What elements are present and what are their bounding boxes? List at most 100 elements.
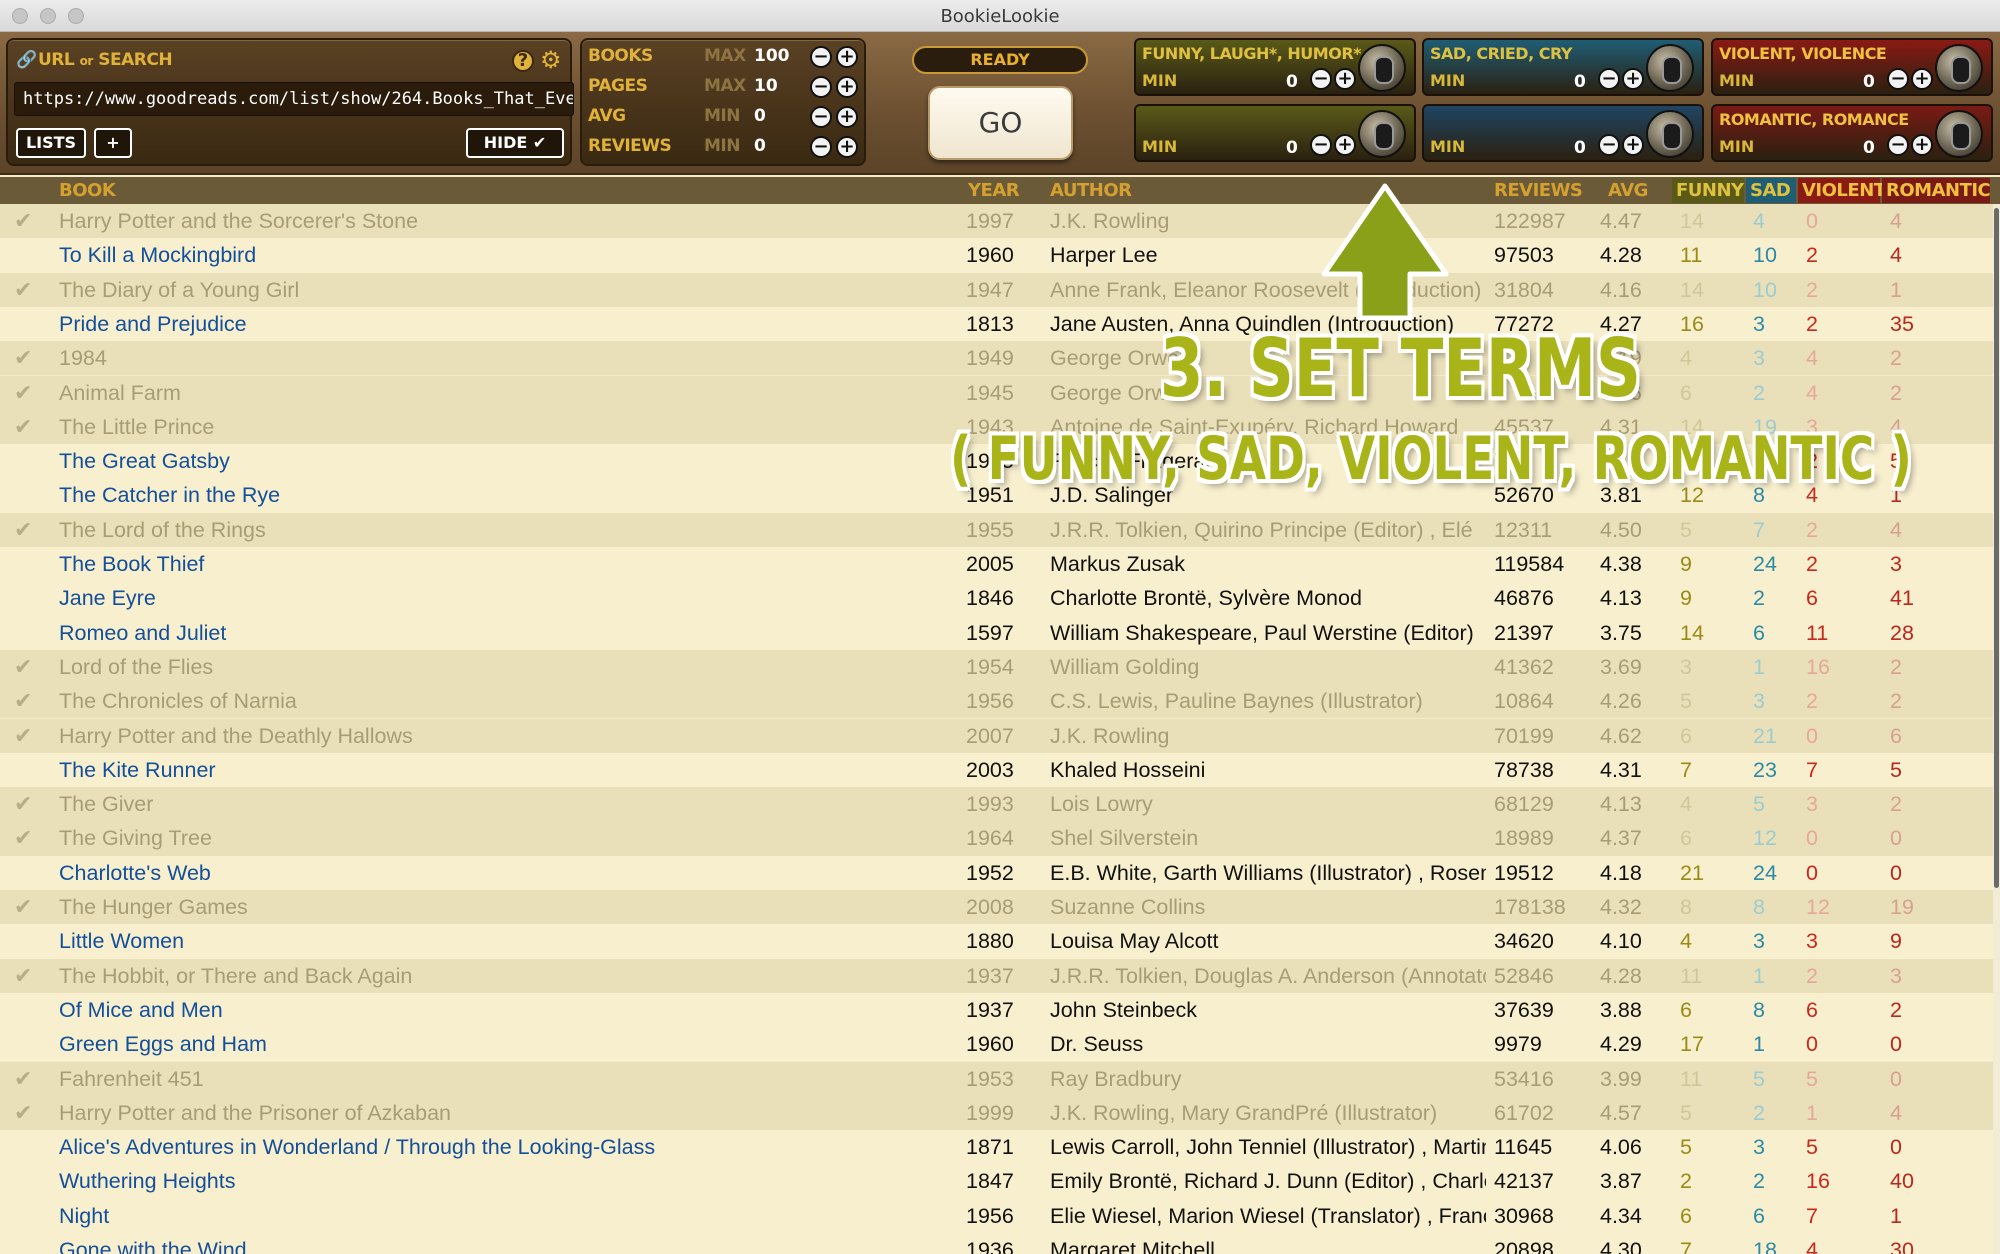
cell-book[interactable]: The Giver xyxy=(59,787,959,821)
cell-book[interactable]: Little Women xyxy=(59,924,959,958)
table-row[interactable]: ✔ Harry Potter and the Prisoner of Azkaba… xyxy=(0,1095,1993,1131)
add-list-button[interactable]: + xyxy=(94,128,132,158)
table-row[interactable]: Of Mice and Men 1937 John Steinbeck 37639 3.… xyxy=(0,992,1993,1028)
table-row[interactable]: ✔ The Chronicles of Narnia 1956 C.S. Lewis,… xyxy=(0,684,1993,719)
decrement-button[interactable]: − xyxy=(810,106,832,128)
toggle-knob-icon[interactable] xyxy=(1935,110,1983,158)
column-book[interactable]: BOOK xyxy=(59,178,116,203)
decrement-button[interactable]: − xyxy=(1598,134,1620,156)
cell-book[interactable]: The Catcher in the Rye xyxy=(59,478,959,512)
cell-book[interactable]: The Great Gatsby xyxy=(59,444,959,478)
table-row[interactable]: Jane Eyre 1846 Charlotte Brontë, Sylvère M… xyxy=(0,581,1993,616)
decrement-button[interactable]: − xyxy=(810,76,832,98)
table-row[interactable]: Little Women 1880 Louisa May Alcott 34620 4.… xyxy=(0,924,1993,959)
url-input[interactable]: https://www.goodreads.com/list/show/264.… xyxy=(14,82,574,116)
cell-book[interactable]: Fahrenheit 451 xyxy=(59,1062,959,1096)
table-row[interactable]: Pride and Prejudice 1813 Jane Austen, Anna… xyxy=(0,306,1993,342)
toggle-knob-icon[interactable] xyxy=(1358,44,1406,92)
cell-book[interactable]: The Diary of a Young Girl xyxy=(59,273,959,307)
go-button[interactable]: GO xyxy=(928,86,1073,160)
cell-book[interactable]: Green Eggs and Ham xyxy=(59,1027,959,1061)
increment-button[interactable]: + xyxy=(836,46,858,68)
increment-button[interactable]: + xyxy=(1334,134,1356,156)
table-row[interactable]: Gone with the Wind 1936 Margaret Mitchell 2… xyxy=(0,1233,1993,1254)
cell-book[interactable]: Gone with the Wind xyxy=(59,1233,959,1254)
increment-button[interactable]: + xyxy=(836,106,858,128)
toggle-knob-icon[interactable] xyxy=(1646,110,1694,158)
cell-book[interactable]: The Lord of the Rings xyxy=(59,513,959,547)
decrement-button[interactable]: − xyxy=(1887,134,1909,156)
decrement-button[interactable]: − xyxy=(1887,68,1909,90)
table-row[interactable]: Night 1956 Elie Wiesel, Marion Wiesel (Tra… xyxy=(0,1198,1993,1233)
gear-icon[interactable]: ⚙ xyxy=(540,46,562,74)
cell-book[interactable]: Jane Eyre xyxy=(59,581,959,615)
increment-button[interactable]: + xyxy=(1911,134,1933,156)
decrement-button[interactable]: − xyxy=(810,46,832,68)
table-row[interactable]: ✔ The Diary of a Young Girl 1947 Anne Frank… xyxy=(0,272,1993,307)
scrollbar-thumb[interactable] xyxy=(1994,208,1999,888)
table-row[interactable]: ✔ Animal Farm 1945 George Orwell 3.96 6 2 4 2 xyxy=(0,375,1993,410)
table-row[interactable]: ✔ The Lord of the Rings 1955 J.R.R. Tolkien… xyxy=(0,512,1993,547)
column-funny[interactable]: FUNNY xyxy=(1672,178,1744,203)
decrement-button[interactable]: − xyxy=(810,136,832,158)
toggle-knob-icon[interactable] xyxy=(1935,44,1983,92)
cell-book[interactable]: The Hobbit, or There and Back Again xyxy=(59,959,959,993)
table-row[interactable]: The Book Thief 2005 Markus Zusak 119584 4.38… xyxy=(0,547,1993,582)
table-row[interactable]: Romeo and Juliet 1597 William Shakespeare,… xyxy=(0,615,1993,650)
decrement-button[interactable]: − xyxy=(1310,134,1332,156)
cell-book[interactable]: Harry Potter and the Deathly Hallows xyxy=(59,719,959,753)
cell-book[interactable]: Charlotte's Web xyxy=(59,856,959,890)
table-row[interactable]: The Kite Runner 2003 Khaled Hosseini 78738 4… xyxy=(0,752,1993,788)
cell-book[interactable]: The Little Prince xyxy=(59,410,959,444)
toggle-knob-icon[interactable] xyxy=(1358,110,1406,158)
column-violent[interactable]: VIOLENT xyxy=(1798,178,1886,203)
cell-book[interactable]: Night xyxy=(59,1199,959,1233)
increment-button[interactable]: + xyxy=(1334,68,1356,90)
increment-button[interactable]: + xyxy=(836,136,858,158)
cell-book[interactable]: Harry Potter and the Prisoner of Azkaban xyxy=(59,1096,959,1130)
column-year[interactable]: YEAR xyxy=(968,178,1020,203)
table-row[interactable]: ✔ The Giver 1993 Lois Lowry 68129 4.13 4 5 3 2 xyxy=(0,787,1993,822)
increment-button[interactable]: + xyxy=(1622,134,1644,156)
cell-book[interactable]: To Kill a Mockingbird xyxy=(59,238,959,272)
cell-book[interactable]: 1984 xyxy=(59,341,959,375)
cell-book[interactable]: The Hunger Games xyxy=(59,890,959,924)
table-row[interactable]: ✔ The Giving Tree 1964 Shel Silverstein 1898… xyxy=(0,821,1993,856)
decrement-button[interactable]: − xyxy=(1310,68,1332,90)
table-row[interactable]: ✔ Lord of the Flies 1954 William Golding 413… xyxy=(0,649,1993,685)
increment-button[interactable]: + xyxy=(1911,68,1933,90)
hide-button[interactable]: HIDE ✔ xyxy=(466,128,564,158)
column-reviews[interactable]: REVIEWS xyxy=(1494,178,1583,203)
table-row[interactable]: ✔ Fahrenheit 451 1953 Ray Bradbury 53416 3.99… xyxy=(0,1061,1993,1096)
column-romantic[interactable]: ROMANTIC xyxy=(1882,178,1991,203)
cell-book[interactable]: The Kite Runner xyxy=(59,753,959,787)
cell-book[interactable]: The Book Thief xyxy=(59,547,959,581)
table-row[interactable]: Charlotte's Web 1952 E.B. White, Garth Wil… xyxy=(0,855,1993,890)
help-icon[interactable]: ? xyxy=(512,50,534,72)
cell-book[interactable]: The Chronicles of Narnia xyxy=(59,684,959,718)
toggle-knob-icon[interactable] xyxy=(1646,44,1694,92)
table-row[interactable]: Alice's Adventures in Wonderland / Throu… xyxy=(0,1130,1993,1165)
table-row[interactable]: Wuthering Heights 1847 Emily Brontë, Richa… xyxy=(0,1164,1993,1199)
table-row[interactable]: ✔ 1984 1949 George Orwell 4.19 4 3 4 2 xyxy=(0,341,1993,376)
lists-button[interactable]: LISTS xyxy=(16,128,86,158)
cell-book[interactable]: Animal Farm xyxy=(59,376,959,410)
cell-book[interactable]: Pride and Prejudice xyxy=(59,307,959,341)
table-row[interactable]: ✔ Harry Potter and the Sorcerer's Stone 19… xyxy=(0,204,1993,239)
cell-book[interactable]: Harry Potter and the Sorcerer's Stone xyxy=(59,204,959,238)
table-row[interactable]: ✔ Harry Potter and the Deathly Hallows 200… xyxy=(0,718,1993,753)
increment-button[interactable]: + xyxy=(836,76,858,98)
table-row[interactable]: Green Eggs and Ham 1960 Dr. Seuss 9979 4.29 1… xyxy=(0,1027,1993,1062)
column-author[interactable]: AUTHOR xyxy=(1050,178,1132,203)
column-sad[interactable]: SAD xyxy=(1746,178,1796,203)
cell-book[interactable]: Alice's Adventures in Wonderland / Throu… xyxy=(59,1130,959,1164)
cell-book[interactable]: Of Mice and Men xyxy=(59,993,959,1027)
cell-book[interactable]: Lord of the Flies xyxy=(59,650,959,684)
cell-book[interactable]: Romeo and Juliet xyxy=(59,616,959,650)
vertical-scrollbar[interactable] xyxy=(1993,204,2000,1254)
table-row[interactable]: ✔ The Hobbit, or There and Back Again 1937… xyxy=(0,958,1993,993)
cell-book[interactable]: Wuthering Heights xyxy=(59,1164,959,1198)
column-avg[interactable]: AVG xyxy=(1608,178,1648,203)
decrement-button[interactable]: − xyxy=(1598,68,1620,90)
cell-book[interactable]: The Giving Tree xyxy=(59,821,959,855)
